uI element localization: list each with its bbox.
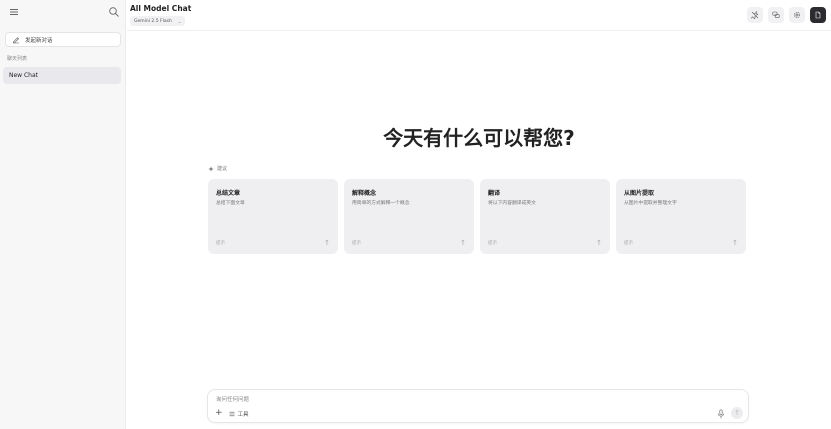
greeting-heading: 今天有什么可以帮您? [383, 126, 575, 150]
add-attachment-icon[interactable]: + [215, 409, 223, 418]
arrow-up-icon: ↑ [324, 239, 330, 247]
tools-icon [229, 411, 235, 416]
card-description: 从图片中提取并整理文字 [624, 201, 677, 206]
new-page-button[interactable] [810, 7, 826, 23]
model-name: Gemini 2.5 Flash [134, 18, 172, 24]
tools-label: 工具 [237, 411, 249, 418]
sidebar-item-label: New Chat [9, 72, 39, 79]
send-button[interactable]: ↑ [731, 407, 743, 419]
arrow-up-icon: ↑ [460, 239, 466, 247]
tools-button[interactable]: 工具 [229, 410, 249, 418]
pin-off-icon [751, 11, 759, 19]
card-footer-label: 提示 [488, 241, 497, 246]
chat-input-placeholder[interactable]: 询问任何问题 [216, 395, 249, 403]
sidebar: 发起新对话 聊天列表 New Chat [0, 0, 126, 429]
chevron-down-icon: ⌄ [177, 18, 182, 24]
suggestions-label-text: 建议 [217, 166, 228, 172]
card-title: 总结文章 [216, 190, 241, 197]
new-chat-label: 发起新对话 [25, 37, 53, 44]
header: All Model Chat Gemini 2.5 Flash ⌄ [127, 0, 831, 31]
input-toolbar: + 工具 [215, 409, 249, 418]
suggestion-card-translate[interactable]: 翻译 将以下内容翻译成英文 提示 ↑ [480, 179, 610, 254]
card-footer-label: 提示 [216, 241, 225, 246]
new-chat-button[interactable]: 发起新对话 [5, 32, 121, 47]
gear-icon [793, 11, 801, 19]
chat-input-box[interactable]: 询问任何问题 + 工具 ↑ [207, 389, 749, 423]
arrow-up-icon: ↑ [596, 239, 602, 247]
card-footer-label: 提示 [352, 241, 361, 246]
sidebar-top-bar [0, 6, 126, 20]
settings-button[interactable] [789, 7, 805, 23]
suggestion-card-extract-image[interactable]: 从图片提取 从图片中提取并整理文字 提示 ↑ [616, 179, 746, 254]
card-title: 解释概念 [352, 190, 377, 197]
card-title: 翻译 [488, 190, 501, 197]
suggestion-cards: 总结文章 总结下面文章 提示 ↑ 解释概念 用简单的方式解释一个概念 提示 ↑ … [208, 179, 746, 254]
app-title: All Model Chat [130, 4, 192, 13]
edit-icon [13, 36, 20, 43]
model-selector[interactable]: Gemini 2.5 Flash ⌄ [130, 16, 186, 26]
card-description: 总结下面文章 [216, 201, 245, 206]
microphone-icon[interactable] [717, 409, 725, 419]
arrow-up-icon: ↑ [732, 239, 738, 247]
header-actions [747, 7, 826, 23]
document-icon [815, 11, 821, 19]
suggestions-label: 建议 [208, 165, 227, 172]
menu-icon[interactable] [9, 7, 19, 17]
sparkle-icon [208, 165, 214, 172]
canvas-button[interactable] [768, 7, 784, 23]
card-title: 从图片提取 [624, 190, 655, 197]
history-section-label: 聊天列表 [7, 56, 28, 62]
search-icon[interactable] [108, 6, 120, 18]
pin-off-button[interactable] [747, 7, 763, 23]
card-description: 用简单的方式解释一个概念 [352, 201, 410, 206]
chat-bubbles-icon [772, 11, 780, 18]
suggestion-card-summarize[interactable]: 总结文章 总结下面文章 提示 ↑ [208, 179, 338, 254]
card-description: 将以下内容翻译成英文 [488, 201, 536, 206]
suggestion-card-explain[interactable]: 解释概念 用简单的方式解释一个概念 提示 ↑ [344, 179, 474, 254]
card-footer-label: 提示 [624, 241, 633, 246]
sidebar-item-new-chat[interactable]: New Chat [3, 67, 121, 84]
